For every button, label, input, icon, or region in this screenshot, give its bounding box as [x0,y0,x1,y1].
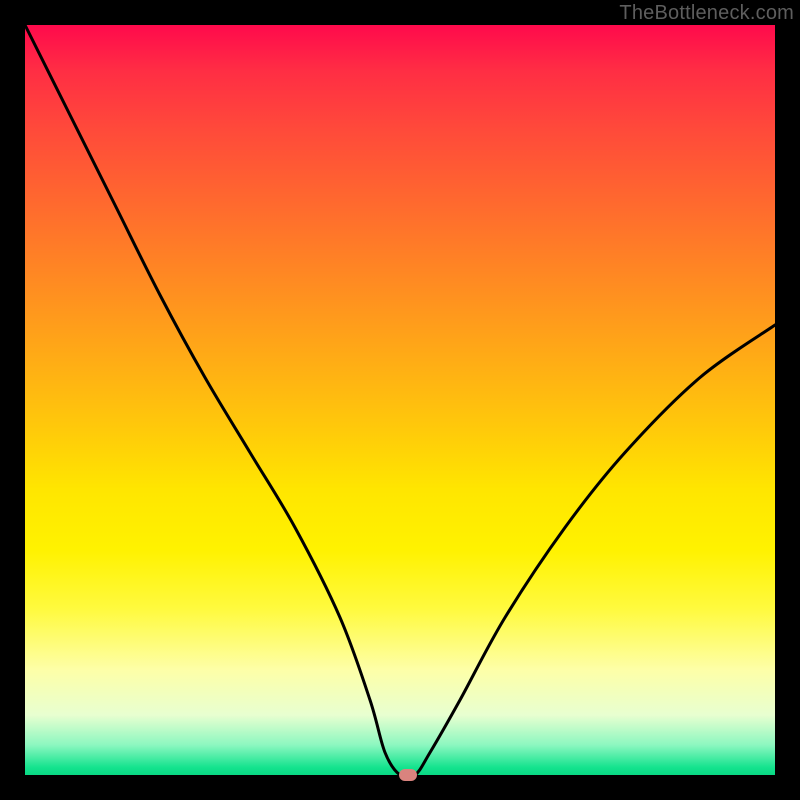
optimum-marker [399,769,417,781]
watermark-text: TheBottleneck.com [619,2,794,25]
chart-frame: TheBottleneck.com [0,0,800,800]
plot-area [25,25,775,775]
bottleneck-curve [25,25,775,775]
